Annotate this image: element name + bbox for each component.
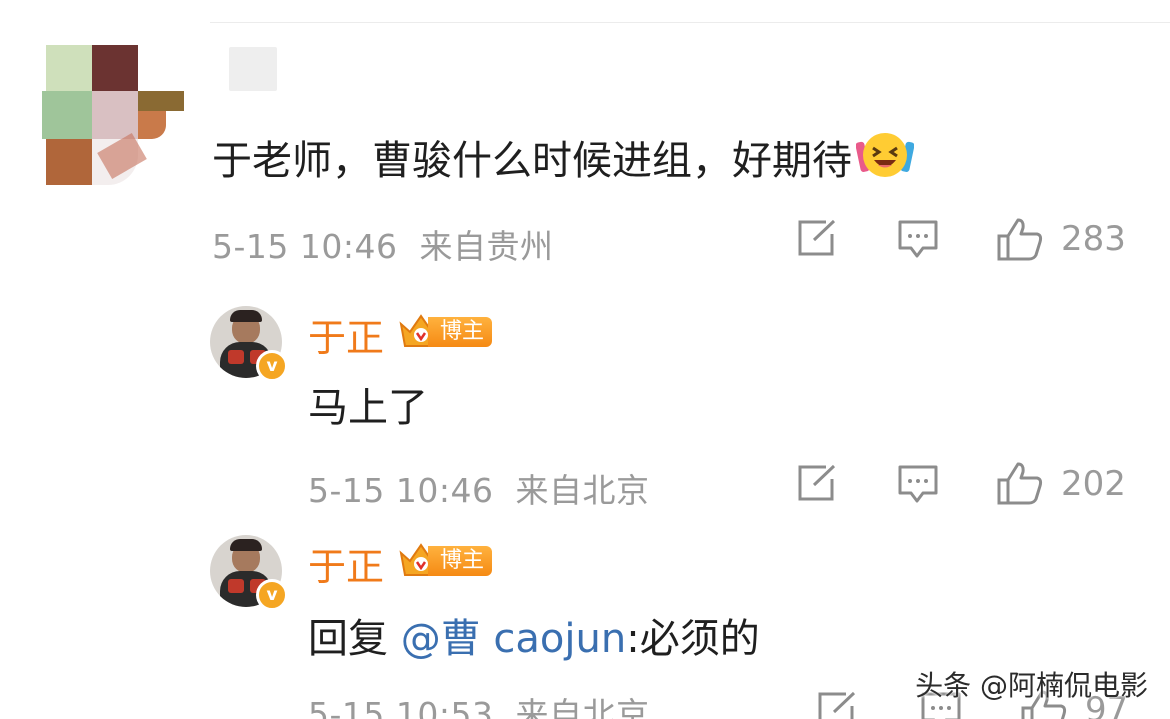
reply-meta: 5-15 10:53 来自北京 <box>308 688 649 719</box>
like-icon[interactable] <box>996 460 1044 510</box>
reply-location: 来自北京 <box>515 471 650 510</box>
like-count: 283 <box>1061 219 1126 259</box>
like-icon[interactable] <box>996 216 1044 266</box>
blogger-badge: 博主 <box>398 312 494 352</box>
comment-meta: 5-15 10:46 来自贵州 <box>212 220 553 268</box>
blogger-badge: 博主 <box>398 541 494 581</box>
reply-body: :必须的 <box>626 616 760 662</box>
divider <box>210 22 1170 23</box>
comment-icon[interactable] <box>897 463 939 509</box>
watermark: 头条 @阿楠侃电影 <box>915 669 1148 702</box>
blogger-badge-label: 博主 <box>428 546 492 576</box>
reply-location: 来自北京 <box>515 695 650 719</box>
reply-prefix: 回复 <box>308 616 388 662</box>
like-count: 202 <box>1061 464 1126 504</box>
share-icon[interactable] <box>796 218 838 262</box>
reply-meta: 5-15 10:46 来自北京 <box>308 464 649 512</box>
comment-time: 5-15 10:46 <box>212 227 398 266</box>
verified-icon: v <box>256 350 288 382</box>
reply-username[interactable]: 于正 <box>308 536 384 591</box>
comment-location: 来自贵州 <box>419 227 554 266</box>
comment-icon[interactable] <box>897 218 939 264</box>
reply-text: 回复 @曹 caojun:必须的 <box>308 606 760 664</box>
verified-icon: v <box>256 579 288 611</box>
comment-thread: 于老师，曹骏什么时候进组，好期待 5-15 10:46 来自贵州 283 v 于… <box>0 0 1170 719</box>
commenter-name-blurred[interactable] <box>229 47 277 91</box>
reply-username[interactable]: 于正 <box>308 307 384 362</box>
share-icon[interactable] <box>816 690 858 719</box>
mention-link[interactable]: @曹 caojun <box>401 616 627 662</box>
reply-avatar[interactable]: v <box>210 535 288 611</box>
reply-avatar[interactable]: v <box>210 306 288 382</box>
reply-time: 5-15 10:46 <box>308 471 494 510</box>
laughing-tears-emoji <box>855 128 915 190</box>
share-icon[interactable] <box>796 463 838 507</box>
reply-text: 马上了 <box>308 385 428 431</box>
blogger-badge-label: 博主 <box>428 317 492 347</box>
reply-time: 5-15 10:53 <box>308 695 494 719</box>
comment-text: 于老师，曹骏什么时候进组，好期待 <box>212 128 915 190</box>
commenter-avatar[interactable] <box>42 45 184 185</box>
